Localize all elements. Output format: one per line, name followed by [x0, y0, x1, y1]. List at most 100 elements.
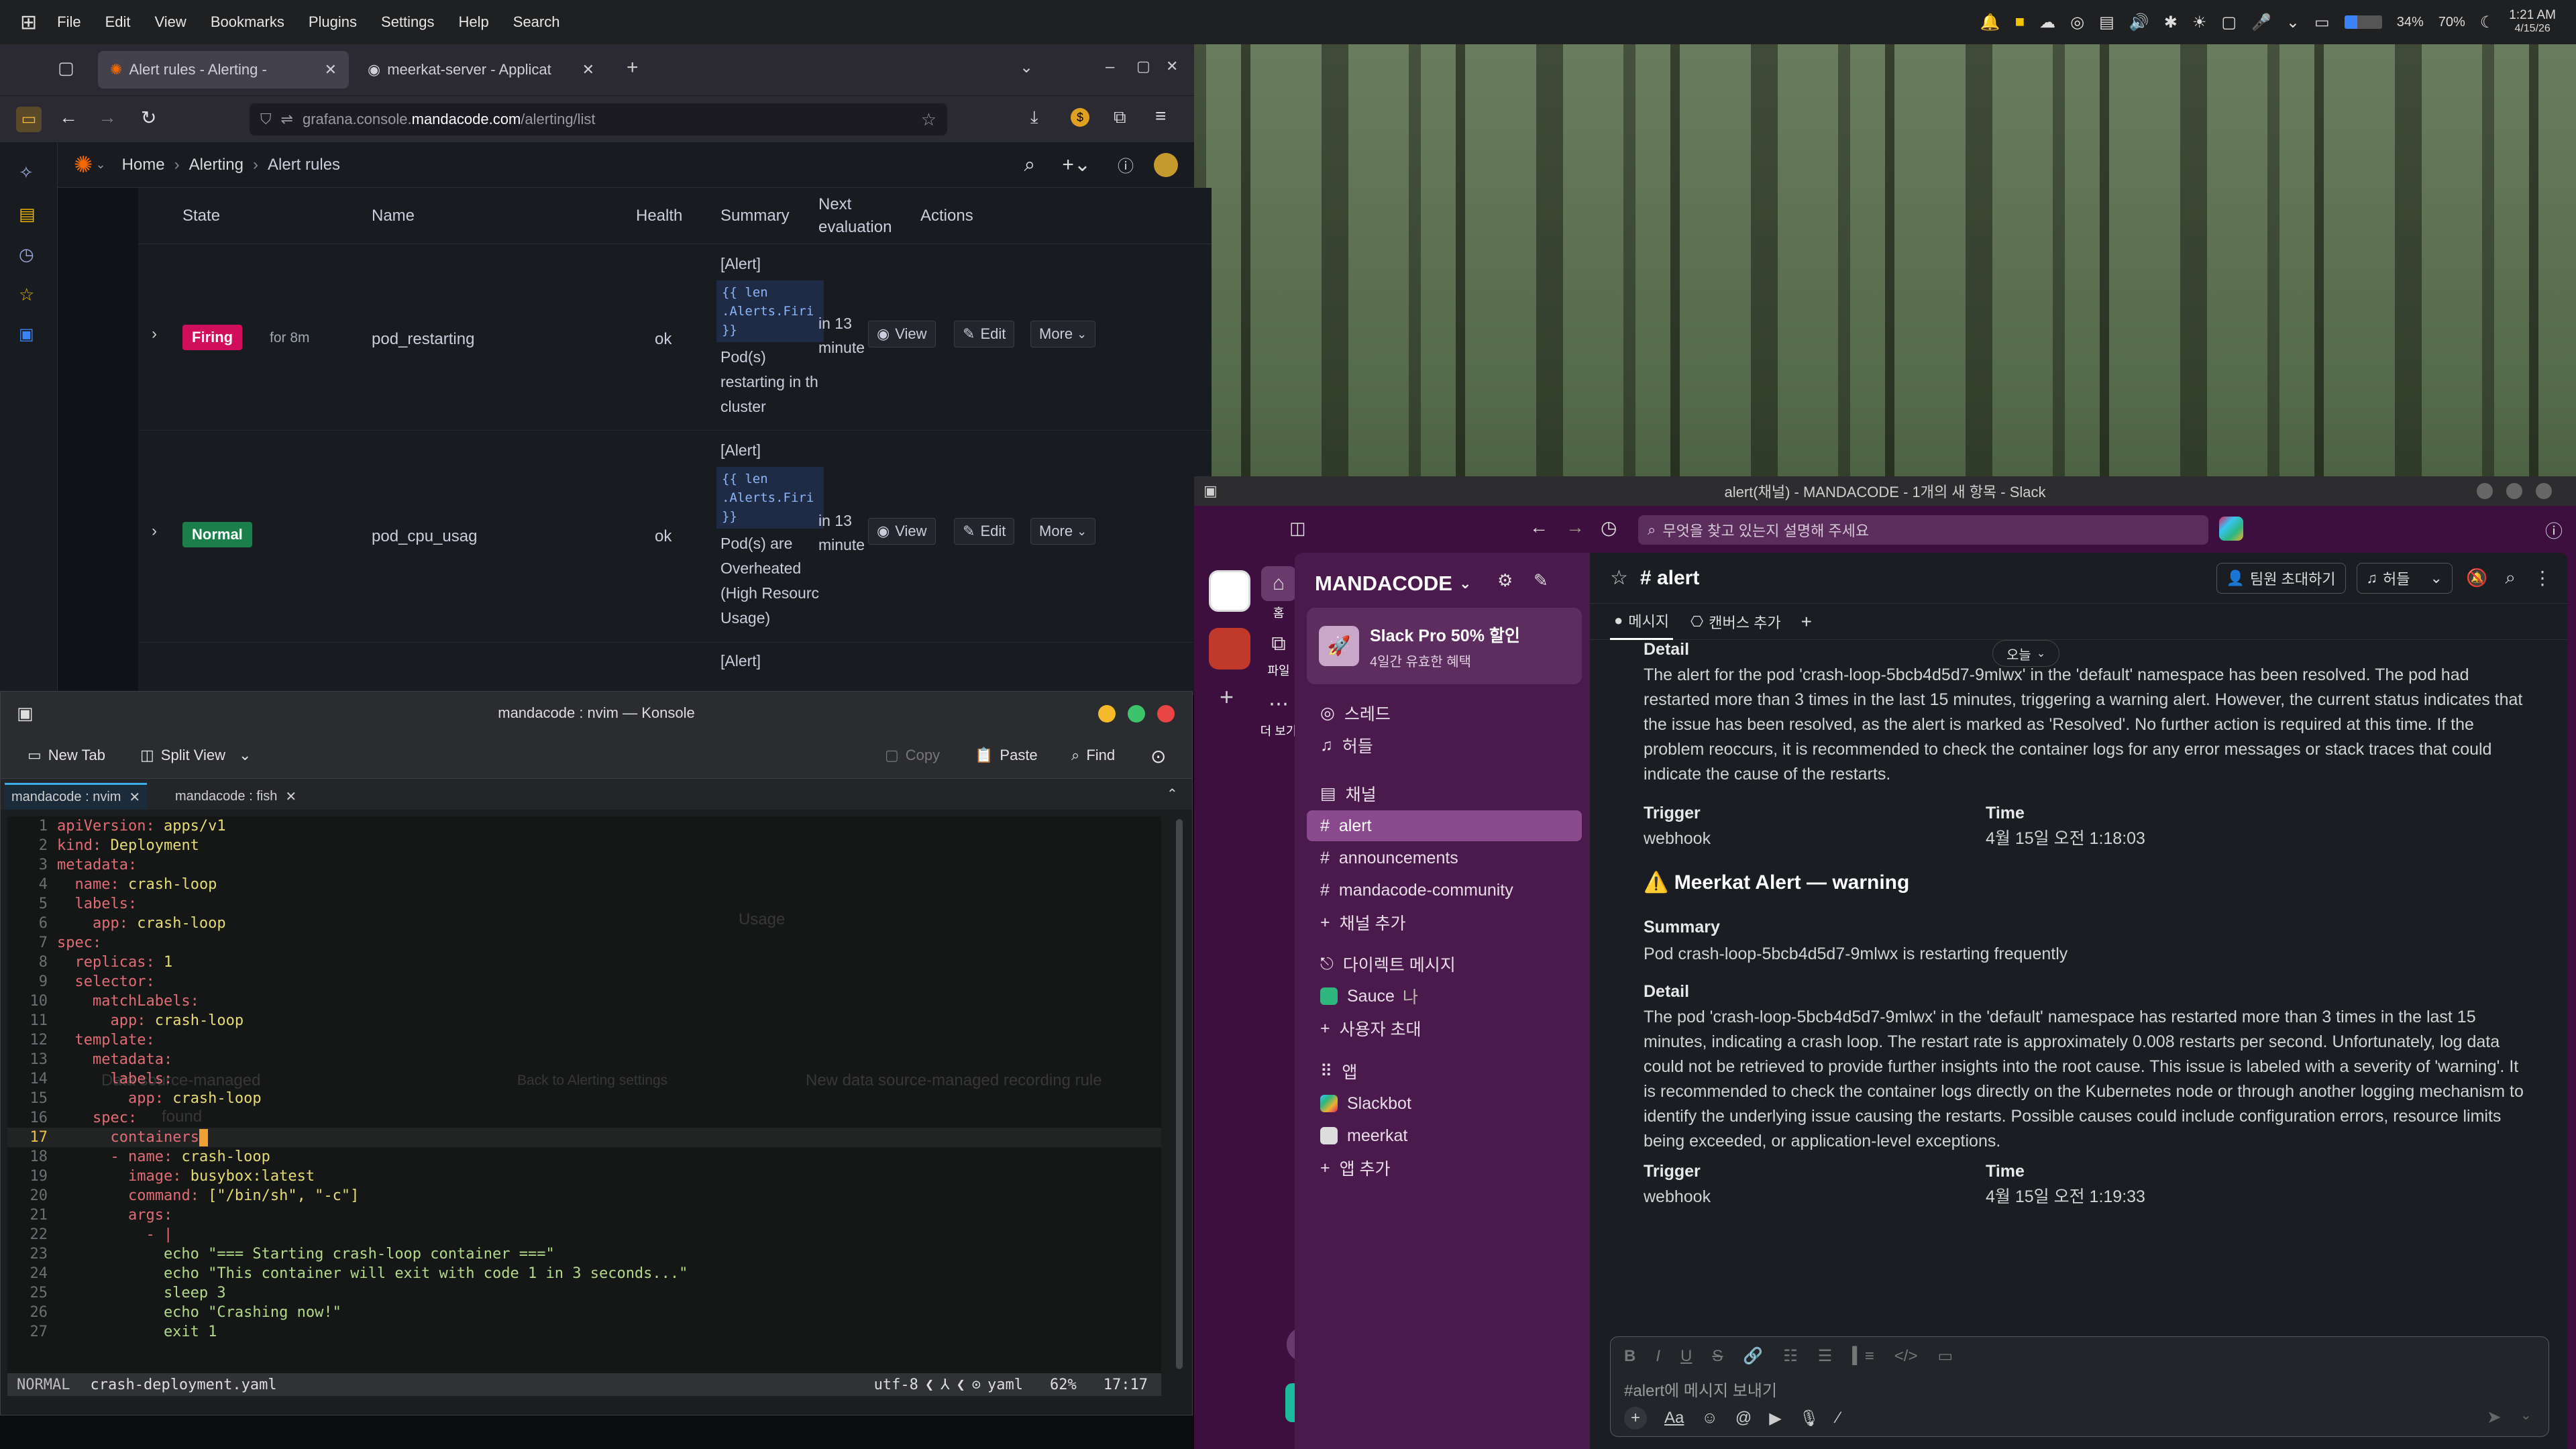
menu-file[interactable]: File [57, 13, 80, 31]
sidebar-item-mandacode-community[interactable]: # mandacode-community [1307, 875, 1582, 906]
nav-huddles[interactable]: ♫ 허들 [1307, 730, 1582, 761]
hamburger-menu-icon[interactable]: ⊙ [1150, 745, 1166, 767]
microphone-icon[interactable]: 🎤 [2251, 13, 2271, 32]
extensions-icon[interactable]: ⧉ [1114, 107, 1126, 128]
display-icon[interactable]: ▭ [2314, 13, 2330, 32]
discord-icon[interactable]: ◎ [2070, 13, 2084, 32]
help-icon[interactable]: ⓘ [2545, 518, 2563, 543]
battery-icon[interactable] [2344, 15, 2382, 29]
menu-plugins[interactable]: Plugins [309, 13, 357, 31]
close-icon[interactable]: ✕ [129, 789, 140, 806]
nav-threads[interactable]: ◎ 스레드 [1307, 698, 1582, 729]
sidebar-item-alert[interactable]: # alert [1307, 810, 1582, 841]
breadcrumb-alerting[interactable]: Alerting [189, 156, 244, 174]
promo-banner[interactable]: 🚀 Slack Pro 50% 할인 4일간 유효한 혜택 [1307, 608, 1582, 684]
permissions-icon[interactable]: ⇌ [281, 111, 293, 128]
synced-tabs-icon[interactable]: ▤ [19, 204, 36, 225]
add-tab-icon[interactable]: + [1801, 611, 1812, 633]
back-icon[interactable]: ← [1529, 517, 1548, 538]
search-input[interactable]: ⌕ 무엇을 찾고 있는지 설명해 주세요 [1638, 515, 2208, 545]
maximize-icon[interactable]: ▢ [1136, 58, 1150, 75]
brightness-icon[interactable]: ☀ [2192, 13, 2207, 32]
clock[interactable]: 1:21 AM 4/15/26 [2509, 9, 2556, 36]
more-button[interactable]: More ⌄ [1030, 321, 1096, 347]
maximize-icon[interactable] [1128, 705, 1145, 722]
downloads-icon[interactable]: ⤓ [1030, 107, 1038, 128]
tab-alert-rules[interactable]: ✺ Alert rules - Alerting - ✕ [98, 51, 349, 89]
tab-menu-icon[interactable]: ⌃ [1167, 786, 1178, 802]
tray-app-icon[interactable]: ■ [2015, 13, 2025, 32]
slash-command-icon[interactable]: ⁄ [1837, 1409, 1839, 1428]
search-icon[interactable]: ⌕ [1024, 154, 1036, 176]
menu-edit[interactable]: Edit [105, 13, 131, 31]
new-tab-icon[interactable]: + [627, 56, 639, 79]
message-input[interactable]: #alert에 메시지 보내기 [1624, 1377, 2536, 1404]
history-icon[interactable]: ◷ [19, 244, 34, 265]
sidebar-item-meerkat[interactable]: meerkat [1307, 1120, 1582, 1151]
blockquote-icon[interactable]: ▍≡ [1852, 1346, 1874, 1366]
extension-icon[interactable]: $ [1071, 108, 1089, 127]
rule-name[interactable]: pod_restarting [372, 330, 482, 349]
workspace-icon[interactable] [1209, 570, 1250, 612]
mention-icon[interactable]: @ [1735, 1409, 1752, 1428]
apps-section-header[interactable]: ⠿ 앱 [1307, 1056, 1582, 1087]
copy-button[interactable]: ▢ Copy [885, 747, 940, 764]
menu-help[interactable]: Help [459, 13, 489, 31]
close-icon[interactable] [2536, 483, 2552, 499]
underline-icon[interactable]: U [1680, 1347, 1692, 1366]
find-button[interactable]: ⌕ Find [1071, 747, 1115, 764]
forward-icon[interactable]: → [98, 107, 117, 128]
menu-settings[interactable]: Settings [381, 13, 435, 31]
bold-icon[interactable]: B [1624, 1347, 1635, 1366]
video-icon[interactable]: ▶ [1769, 1409, 1781, 1428]
kebab-menu-icon[interactable]: ⋮ [2533, 567, 2552, 589]
chevron-down-icon[interactable]: ⌄ [2286, 13, 2300, 32]
code-block-icon[interactable]: ▭ [1937, 1346, 1953, 1366]
maximize-icon[interactable] [2506, 483, 2522, 499]
close-icon[interactable]: ✕ [325, 61, 337, 78]
steam-icon[interactable]: ☁ [2039, 13, 2055, 32]
edit-button[interactable]: ✎ Edit [954, 321, 1015, 347]
ordered-list-icon[interactable]: ☷ [1783, 1346, 1798, 1366]
link-icon[interactable]: 🔗 [1743, 1346, 1763, 1366]
workspace-name-button[interactable]: MANDACODE ⌄ [1315, 572, 1471, 596]
user-avatar[interactable] [1154, 152, 1178, 177]
menu-view[interactable]: View [155, 13, 186, 31]
app-launcher-icon[interactable]: ⊞ [20, 11, 37, 34]
close-icon[interactable]: ✕ [582, 61, 594, 78]
new-tab-button[interactable]: ▭ New Tab [28, 747, 105, 764]
back-icon[interactable]: ← [59, 107, 78, 128]
channel-title[interactable]: # alert [1640, 567, 1699, 590]
view-button[interactable]: ◉ View [868, 518, 936, 545]
close-icon[interactable]: ✕ [285, 788, 297, 805]
history-icon[interactable]: ◷ [1601, 517, 1617, 539]
tab-groups-icon[interactable]: ▢ [58, 58, 74, 78]
help-icon[interactable]: ⓘ [1118, 153, 1134, 176]
home-nav[interactable]: ⌂ 홈 [1258, 566, 1299, 621]
huddle-button[interactable]: ♫ 허들 ⌄ [2356, 562, 2453, 594]
notifications-icon[interactable]: 🔕 [2466, 568, 2487, 588]
sidebar-toggle-icon[interactable]: ◫ [1289, 518, 1306, 539]
menu-search[interactable]: Search [513, 13, 560, 31]
edit-button[interactable]: ✎ Edit [954, 518, 1015, 545]
invite-people-button[interactable]: + 사용자 초대 [1307, 1013, 1582, 1044]
rule-name[interactable]: pod_cpu_usag [372, 527, 482, 546]
view-button[interactable]: ◉ View [868, 321, 936, 347]
strikethrough-icon[interactable]: S [1712, 1347, 1723, 1366]
nvim-editor[interactable]: Usage Data source-managed Back to Alerti… [7, 816, 1183, 1373]
bookmark-star-icon[interactable]: ☆ [921, 109, 936, 130]
night-mode-icon[interactable]: ☾ [2480, 13, 2495, 32]
channels-section-header[interactable]: ▤ 채널 [1307, 778, 1582, 809]
breadcrumb-home[interactable]: Home [122, 156, 165, 174]
tab-nvim[interactable]: mandacode : nvim ✕ [5, 783, 148, 810]
menu-icon[interactable]: ≡ [1155, 105, 1166, 127]
search-icon[interactable]: ⌕ [2505, 567, 2516, 589]
kde-connect-icon[interactable]: ▢ [2221, 13, 2237, 32]
chevron-down-icon[interactable]: ⌄ [2520, 1407, 2532, 1424]
settings-icon[interactable]: ⚙ [1497, 570, 1513, 591]
add-channel-button[interactable]: + 채널 추가 [1307, 907, 1582, 938]
more-button[interactable]: More ⌄ [1030, 518, 1096, 545]
expand-chevron-icon[interactable]: › [152, 522, 157, 541]
tab-meerkat-server[interactable]: ◉ meerkat-server - Applicat ✕ [356, 51, 606, 89]
microphone-icon[interactable]: 🎙 [1799, 1409, 1819, 1428]
